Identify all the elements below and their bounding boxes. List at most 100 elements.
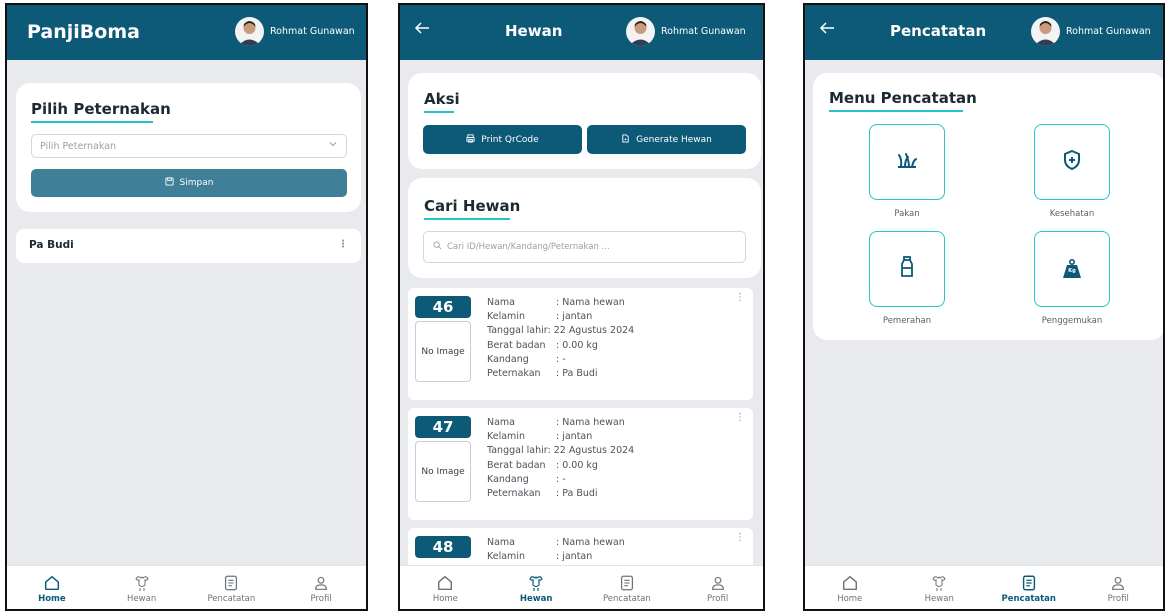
section-title: Cari Hewan bbox=[424, 197, 521, 215]
field-value: : jantan bbox=[556, 431, 593, 443]
field-label: Peternakan bbox=[487, 368, 541, 380]
user-profile[interactable]: Rohmat Gunawan bbox=[1031, 17, 1151, 46]
profile-icon bbox=[1109, 572, 1127, 594]
nav-label: Profil bbox=[707, 594, 729, 604]
animal-icon bbox=[526, 572, 546, 594]
generate-label: Generate Hewan bbox=[636, 134, 712, 145]
field-value: : Nama hewan bbox=[556, 417, 625, 428]
hewan-screen: Hewan Rohmat Gunawan Aksi Print QrCode G… bbox=[398, 3, 765, 611]
animal-card[interactable]: 47 No Image ⋮ Nama: Nama hewan Kelamin: … bbox=[408, 408, 753, 520]
menu-pakan[interactable] bbox=[869, 124, 945, 200]
nav-hewan[interactable]: Hewan bbox=[501, 572, 571, 604]
bottom-nav: Home Hewan Pencatatan Profil bbox=[7, 565, 366, 609]
section-title: Pilih Peternakan bbox=[31, 100, 171, 118]
nav-hewan[interactable]: Hewan bbox=[904, 572, 974, 604]
home-icon bbox=[436, 572, 454, 594]
title-underline bbox=[424, 218, 510, 220]
nav-profil[interactable]: Profil bbox=[286, 572, 356, 604]
field-label: Nama bbox=[487, 297, 516, 308]
animal-info: Nama: Nama hewan Kelamin: jantan bbox=[487, 536, 625, 564]
field-label: Kelamin bbox=[487, 551, 525, 563]
field-label: Kandang bbox=[487, 473, 529, 485]
profile-icon bbox=[709, 572, 727, 594]
animal-card[interactable]: 46 No Image ⋮ Nama: Nama hewan Kelamin: … bbox=[408, 288, 753, 400]
save-button[interactable]: Simpan bbox=[31, 169, 347, 197]
app-brand: PanjiBoma bbox=[27, 21, 140, 43]
nav-hewan[interactable]: Hewan bbox=[107, 572, 177, 604]
nav-label: Pencatatan bbox=[602, 594, 651, 604]
nav-home[interactable]: Home bbox=[17, 572, 87, 604]
field-label: Kelamin bbox=[487, 431, 525, 443]
field-value: : 22 Agustus 2024 bbox=[547, 325, 635, 337]
weight-icon-text: Kg bbox=[1068, 268, 1076, 274]
shield-plus-icon bbox=[1063, 149, 1081, 174]
user-name: Rohmat Gunawan bbox=[661, 26, 746, 37]
back-arrow-icon[interactable] bbox=[819, 20, 835, 40]
nav-pencatatan[interactable]: Pencatatan bbox=[592, 572, 662, 604]
nav-label: Hewan bbox=[924, 594, 954, 604]
nav-pencatatan[interactable]: Pencatatan bbox=[994, 572, 1064, 604]
nav-label: Home bbox=[432, 594, 458, 604]
page-title: Pencatatan bbox=[890, 22, 987, 40]
more-options-icon[interactable]: ⋮ bbox=[735, 412, 745, 423]
menu-kesehatan[interactable] bbox=[1034, 124, 1110, 200]
farm-select[interactable]: Pilih Peternakan bbox=[31, 134, 347, 158]
more-options-icon[interactable]: ⋮ bbox=[735, 292, 745, 303]
notes-icon bbox=[618, 572, 636, 594]
avatar bbox=[626, 17, 655, 46]
animal-id-badge: 47 bbox=[415, 416, 471, 438]
bottom-nav: Home Hewan Pencatatan Profil bbox=[400, 565, 763, 609]
print-qrcode-button[interactable]: Print QrCode bbox=[423, 125, 582, 154]
field-value: : jantan bbox=[556, 311, 593, 323]
farm-list-item[interactable]: Pa Budi ⋮ bbox=[16, 229, 361, 263]
user-profile[interactable]: Rohmat Gunawan bbox=[235, 17, 355, 46]
nav-home[interactable]: Home bbox=[815, 572, 885, 604]
field-value: : - bbox=[556, 473, 566, 485]
nav-profil[interactable]: Profil bbox=[683, 572, 753, 604]
print-label: Print QrCode bbox=[481, 134, 539, 145]
nav-label: Hewan bbox=[519, 594, 553, 604]
animal-info: Nama: Nama hewan Kelamin: jantan Tanggal… bbox=[487, 416, 634, 501]
menu-label: Pakan bbox=[894, 209, 920, 219]
user-name: Rohmat Gunawan bbox=[1066, 26, 1151, 37]
section-title: Aksi bbox=[424, 90, 460, 108]
weight-icon: Kg bbox=[1061, 258, 1083, 279]
nav-profil[interactable]: Profil bbox=[1083, 572, 1153, 604]
field-label: Tanggal lahir bbox=[487, 325, 548, 337]
nav-pencatatan[interactable]: Pencatatan bbox=[196, 572, 266, 604]
field-value: : 22 Agustus 2024 bbox=[547, 445, 635, 457]
animal-image-placeholder: No Image bbox=[415, 321, 471, 382]
home-screen: PanjiBoma Rohmat Gunawan Pilih Peternaka… bbox=[5, 3, 368, 611]
more-options-icon[interactable]: ⋮ bbox=[735, 532, 745, 543]
title-underline bbox=[424, 111, 454, 113]
section-title: Menu Pencatatan bbox=[829, 89, 977, 107]
user-name: Rohmat Gunawan bbox=[270, 26, 355, 37]
generate-hewan-button[interactable]: Generate Hewan bbox=[587, 125, 746, 154]
profile-icon bbox=[312, 572, 330, 594]
home-icon bbox=[43, 572, 61, 594]
avatar bbox=[1031, 17, 1060, 46]
search-input[interactable]: Cari ID/Hewan/Kandang/Peternakan ... bbox=[423, 231, 746, 263]
menu-penggemukan[interactable]: Kg bbox=[1034, 231, 1110, 307]
nav-home[interactable]: Home bbox=[410, 572, 480, 604]
animal-id-badge: 46 bbox=[415, 296, 471, 318]
user-profile[interactable]: Rohmat Gunawan bbox=[626, 17, 746, 46]
search-placeholder: Cari ID/Hewan/Kandang/Peternakan ... bbox=[447, 242, 610, 252]
more-options-icon[interactable]: ⋮ bbox=[338, 239, 348, 250]
search-icon bbox=[433, 241, 442, 253]
nav-label: Profil bbox=[310, 594, 332, 604]
notes-icon bbox=[222, 572, 240, 594]
nav-label: Home bbox=[38, 594, 66, 604]
title-underline bbox=[31, 121, 153, 123]
field-value: : Nama hewan bbox=[556, 537, 625, 548]
avatar bbox=[235, 17, 264, 46]
back-arrow-icon[interactable] bbox=[414, 20, 430, 40]
menu-pemerahan[interactable] bbox=[869, 231, 945, 307]
chevron-down-icon bbox=[328, 139, 338, 152]
select-placeholder: Pilih Peternakan bbox=[40, 141, 117, 152]
app-header: Hewan Rohmat Gunawan bbox=[400, 5, 763, 60]
search-card: Cari Hewan Cari ID/Hewan/Kandang/Peterna… bbox=[408, 178, 761, 278]
grass-icon bbox=[896, 151, 918, 173]
animal-image-placeholder: No Image bbox=[415, 441, 471, 502]
field-label: Kelamin bbox=[487, 311, 525, 323]
